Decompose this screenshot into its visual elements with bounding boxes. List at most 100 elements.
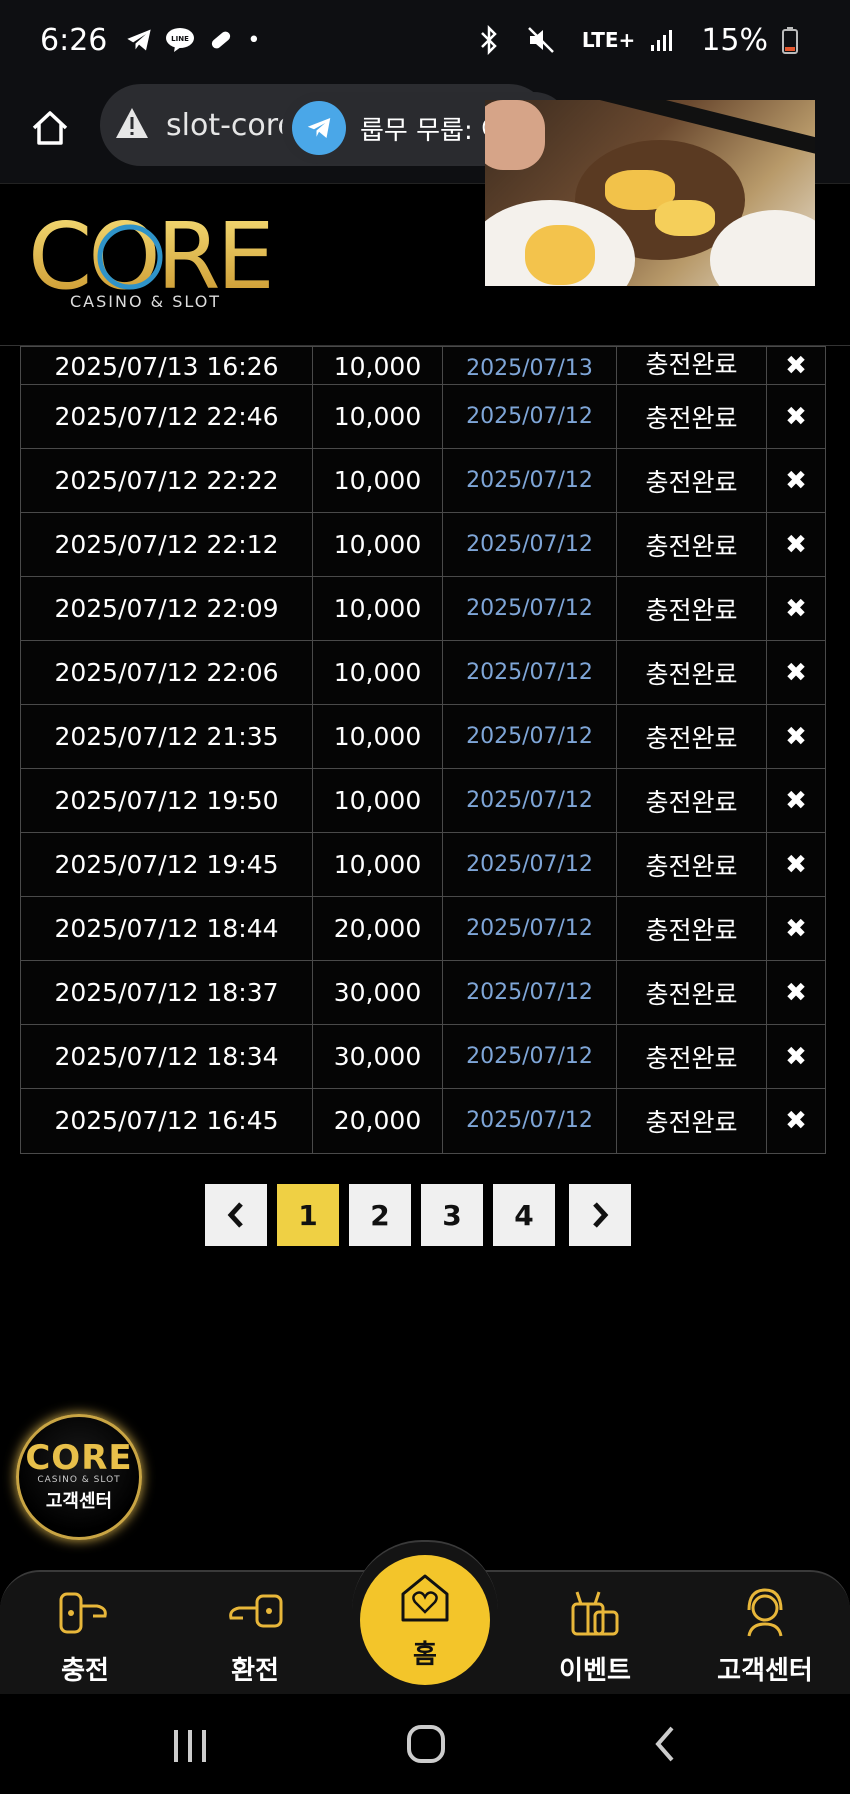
recent-apps-icon[interactable] xyxy=(170,1728,210,1768)
close-icon: ✖ xyxy=(785,593,807,624)
close-icon: ✖ xyxy=(785,350,807,381)
transaction-status: 충전완료 xyxy=(615,640,768,706)
home-nav-icon[interactable] xyxy=(406,1724,446,1768)
bluetooth-icon xyxy=(478,25,500,55)
pill-notification-icon xyxy=(207,26,235,54)
table-row: 2025/07/12 18:34 30,000 2025/07/12 충전완료 ✖ xyxy=(20,1024,830,1090)
delete-row-button[interactable]: ✖ xyxy=(766,896,826,962)
page-4-button[interactable]: 4 xyxy=(493,1184,555,1246)
browser-home-icon[interactable] xyxy=(28,106,72,150)
processed-date: 2025/07/12 xyxy=(442,704,617,770)
transaction-date: 2025/07/12 22:12 xyxy=(20,512,313,578)
transaction-status: 충전완료 xyxy=(615,960,768,1026)
transaction-amount: 10,000 xyxy=(311,640,444,706)
battery-icon xyxy=(782,26,798,54)
delete-row-button[interactable]: ✖ xyxy=(766,346,826,384)
status-more-dot: • xyxy=(247,27,261,53)
transaction-amount: 10,000 xyxy=(311,448,444,514)
processed-date: 2025/07/12 xyxy=(442,576,617,642)
transaction-status: 충전완료 xyxy=(615,512,768,578)
nav-exchange[interactable]: 환전 xyxy=(190,1586,320,1687)
processed-date: 2025/07/13 xyxy=(442,346,617,384)
badge-logo: CORE xyxy=(25,1438,133,1478)
nav-support[interactable]: 고객센터 xyxy=(700,1586,830,1687)
transaction-date: 2025/07/12 18:44 xyxy=(20,896,313,962)
transaction-date: 2025/07/12 19:45 xyxy=(20,832,313,898)
processed-date: 2025/07/12 xyxy=(442,768,617,834)
delete-row-button[interactable]: ✖ xyxy=(766,768,826,834)
transaction-amount: 10,000 xyxy=(311,832,444,898)
android-navigation-bar xyxy=(0,1694,850,1794)
close-icon: ✖ xyxy=(785,977,807,1008)
delete-row-button[interactable]: ✖ xyxy=(766,960,826,1026)
page-2-button[interactable]: 2 xyxy=(349,1184,411,1246)
transaction-amount: 10,000 xyxy=(311,768,444,834)
close-icon: ✖ xyxy=(785,721,807,752)
transaction-status: 충전완료 xyxy=(615,384,768,450)
next-page-button[interactable] xyxy=(569,1184,631,1246)
nav-charge[interactable]: 충전 xyxy=(20,1586,150,1687)
transaction-amount: 10,000 xyxy=(311,704,444,770)
close-icon: ✖ xyxy=(785,465,807,496)
logo-wordmark: CORE xyxy=(28,212,271,302)
transaction-status: 충전완료 xyxy=(615,832,768,898)
lte-indicator: LTE+ xyxy=(581,28,636,52)
transaction-date: 2025/07/13 16:26 xyxy=(20,346,313,384)
page-1-button[interactable]: 1 xyxy=(277,1184,339,1246)
nav-event-label: 이벤트 xyxy=(559,1656,631,1686)
home-heart-icon xyxy=(395,1570,455,1630)
deposit-history-table: 2025/07/13 16:26 10,000 2025/07/13 충전완료 ✖ 202… xyxy=(20,346,830,1154)
delete-row-button[interactable]: ✖ xyxy=(766,448,826,514)
signal-icon xyxy=(649,27,675,53)
transaction-amount: 10,000 xyxy=(311,576,444,642)
url-text[interactable]: slot-core xyxy=(166,108,296,143)
line-notification-icon: LINE xyxy=(165,27,195,53)
warning-icon[interactable] xyxy=(114,106,150,144)
processed-date: 2025/07/12 xyxy=(442,512,617,578)
processed-date: 2025/07/12 xyxy=(442,832,617,898)
processed-date: 2025/07/12 xyxy=(442,896,617,962)
exchange-icon xyxy=(225,1586,285,1642)
delete-row-button[interactable]: ✖ xyxy=(766,704,826,770)
nav-home-button[interactable]: 홈 xyxy=(360,1555,490,1685)
back-nav-icon[interactable] xyxy=(650,1724,680,1768)
table-row: 2025/07/12 18:37 30,000 2025/07/12 충전완료 ✖ xyxy=(20,960,830,1026)
processed-date: 2025/07/12 xyxy=(442,448,617,514)
transaction-status: 충전완료 xyxy=(615,896,768,962)
transaction-date: 2025/07/12 21:35 xyxy=(20,704,313,770)
close-icon: ✖ xyxy=(785,657,807,688)
transaction-date: 2025/07/12 22:22 xyxy=(20,448,313,514)
transaction-amount: 20,000 xyxy=(311,1088,444,1154)
nav-home-label: 홈 xyxy=(413,1639,437,1670)
mute-icon xyxy=(526,25,556,55)
delete-row-button[interactable]: ✖ xyxy=(766,832,826,898)
page-3-button[interactable]: 3 xyxy=(421,1184,483,1246)
table-row: 2025/07/12 16:45 20,000 2025/07/12 충전완료 ✖ xyxy=(20,1088,830,1154)
transaction-status: 충전완료 xyxy=(615,576,768,642)
pagination: 1 2 3 4 xyxy=(205,1184,631,1246)
charge-icon xyxy=(57,1586,113,1642)
table-row: 2025/07/12 22:06 10,000 2025/07/12 충전완료 ✖ xyxy=(20,640,830,706)
prev-page-button[interactable] xyxy=(205,1184,267,1246)
telegram-notification-icon xyxy=(125,26,153,54)
transaction-amount: 10,000 xyxy=(311,512,444,578)
delete-row-button[interactable]: ✖ xyxy=(766,1088,826,1154)
close-icon: ✖ xyxy=(785,1105,807,1136)
close-icon: ✖ xyxy=(785,401,807,432)
nav-event[interactable]: 이벤트 xyxy=(530,1586,660,1687)
delete-row-button[interactable]: ✖ xyxy=(766,512,826,578)
pip-video-player[interactable] xyxy=(485,100,815,286)
status-time: 6:26 xyxy=(40,22,108,58)
transaction-amount: 10,000 xyxy=(311,384,444,450)
delete-row-button[interactable]: ✖ xyxy=(766,576,826,642)
status-bar: 6:26 LINE • LTE+ 15% xyxy=(0,0,850,80)
table-row: 2025/07/12 22:22 10,000 2025/07/12 충전완료 ✖ xyxy=(20,448,830,514)
delete-row-button[interactable]: ✖ xyxy=(766,640,826,706)
close-icon: ✖ xyxy=(785,1041,807,1072)
transaction-amount: 10,000 xyxy=(311,346,444,384)
transaction-date: 2025/07/12 19:50 xyxy=(20,768,313,834)
delete-row-button[interactable]: ✖ xyxy=(766,384,826,450)
floating-customer-center-button[interactable]: CORE CASINO & SLOT 고객센터 xyxy=(16,1414,142,1540)
delete-row-button[interactable]: ✖ xyxy=(766,1024,826,1090)
nav-support-label: 고객센터 xyxy=(717,1656,813,1686)
